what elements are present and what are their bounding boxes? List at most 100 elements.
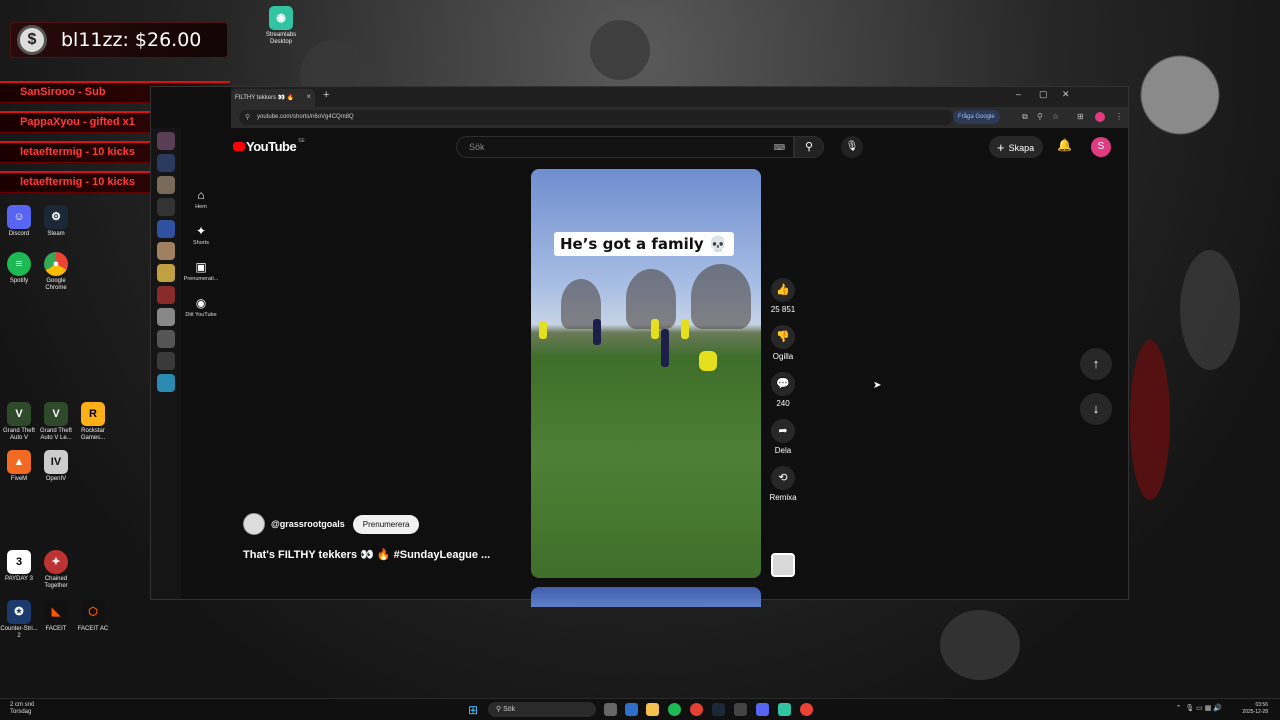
thumbs-down-icon: 👎: [771, 325, 795, 349]
taskbar-app-icon[interactable]: [734, 703, 747, 716]
taskbar-chrome-active-icon[interactable]: [800, 703, 813, 716]
taskbar-explorer-icon[interactable]: [646, 703, 659, 716]
url-bar[interactable]: ⚲ youtube.com/shorts/n6oVg4CQm8Q: [239, 110, 953, 125]
taskbar-discord-icon[interactable]: [756, 703, 769, 716]
nav-item-home[interactable]: ⌂ Hem: [181, 188, 221, 210]
share-button[interactable]: ➦ Dela: [766, 419, 800, 455]
spotify-icon: ≡: [7, 252, 31, 276]
desktop-icon-faceitac[interactable]: ⬡ FACEIT AC: [74, 600, 112, 633]
desktop-icon-fivem[interactable]: ▲ FiveM: [0, 450, 38, 483]
video-caption: He’s got a family 💀: [554, 232, 734, 256]
search-icon: ⚲: [804, 141, 814, 153]
screenshot-icon[interactable]: ⧉: [1022, 112, 1028, 122]
extensions-icon[interactable]: ⊞: [1077, 112, 1084, 121]
gta-icon: V: [7, 402, 31, 426]
chained-together-icon: ✦: [44, 550, 68, 574]
channel-avatar[interactable]: [243, 513, 265, 535]
ask-google-button[interactable]: Fråga Google: [953, 110, 1000, 124]
nav-item-shorts[interactable]: ✦ Shorts: [181, 224, 221, 246]
gta-legacy-icon: V: [44, 402, 68, 426]
desktop-icon-cs2[interactable]: ✪ Counter-Stri... 2: [0, 600, 38, 640]
like-button[interactable]: 👍 25 851: [766, 278, 800, 314]
nav-item-you[interactable]: ◉ Ditt YouTube: [181, 296, 221, 318]
home-icon: ⌂: [197, 188, 205, 202]
youtube-logo[interactable]: YouTube SE: [233, 138, 305, 154]
menu-icon[interactable]: ⋮: [1115, 112, 1123, 121]
taskbar-task-view-icon[interactable]: [604, 703, 617, 716]
desktop-icon-rockstar[interactable]: R Rockstar Games...: [74, 402, 112, 442]
weather-widget[interactable]: 2 cm snö Torsdag: [10, 702, 34, 716]
short-video-player[interactable]: He’s got a family 💀: [531, 169, 761, 578]
discord-icon: ☺: [7, 205, 31, 229]
taskbar-chrome-icon[interactable]: [690, 703, 703, 716]
coin-icon: $: [17, 25, 47, 55]
video-title[interactable]: That's FILTHY tekkers 👀 🔥 #SundayLeague …: [243, 548, 490, 561]
plus-icon: +: [997, 140, 1005, 155]
search-input[interactable]: Sök ⌨: [456, 136, 794, 158]
maximize-button[interactable]: ▢: [1039, 89, 1048, 100]
start-button-windows-icon[interactable]: ⊞: [468, 703, 478, 717]
browser-side-panel: [151, 128, 181, 599]
desktop-icon-openiv[interactable]: IV OpenIV: [37, 450, 75, 483]
openiv-icon: IV: [44, 450, 68, 474]
taskbar-spotify-icon[interactable]: [668, 703, 681, 716]
site-info-icon[interactable]: ⚲: [245, 113, 250, 121]
search-button[interactable]: ⚲: [794, 136, 824, 158]
desktop-icon-payday[interactable]: 3 PAYDAY 3: [0, 550, 38, 583]
channel-thumbnail[interactable]: [771, 553, 795, 577]
taskbar-steam-icon[interactable]: [712, 703, 725, 716]
tip-label: bl11zz: $26.00: [61, 29, 202, 51]
close-window-button[interactable]: ✕: [1062, 89, 1070, 100]
channel-row: @grassrootgoals Prenumerera: [243, 513, 420, 535]
desktop-icon-streamlabs[interactable]: ◉ Streamlabs Desktop: [262, 6, 300, 46]
address-bar-row: ⚲ youtube.com/shorts/n6oVg4CQm8Q Fråga G…: [231, 107, 1128, 128]
counter-strike-icon: ✪: [7, 600, 31, 624]
nav-item-subscriptions[interactable]: ▣ Prenumerati...: [181, 260, 221, 282]
remix-button[interactable]: ⟲ Remixa: [766, 466, 800, 502]
mouse-cursor-icon: ➤: [873, 380, 882, 391]
taskbar-search[interactable]: ⚲ Sök: [488, 702, 596, 717]
desktop-icon-spotify[interactable]: ≡ Spotify: [0, 252, 38, 285]
desktop-icon-discord[interactable]: ☺ Discord: [0, 205, 38, 238]
minimize-button[interactable]: –: [1016, 89, 1021, 99]
close-tab-icon[interactable]: ×: [306, 92, 311, 101]
taskbar-clock[interactable]: 03:56 2025-12-28: [1242, 702, 1268, 716]
taskbar-streamlabs-icon[interactable]: [778, 703, 791, 716]
youtube-play-icon: [233, 142, 245, 151]
system-tray[interactable]: ⌃ 🎙 ▭ ▦ 🔊: [1176, 704, 1222, 712]
notifications-bell-icon[interactable]: 🔔: [1057, 138, 1072, 152]
dislike-button[interactable]: 👎 Ogilla: [766, 325, 800, 361]
next-short-preview[interactable]: [531, 587, 761, 607]
faceit-icon: ◣: [44, 600, 68, 624]
desktop-icon-chained[interactable]: ✦ Chained Together: [37, 550, 75, 590]
desktop-icon-gta1[interactable]: V Grand Theft Auto V: [0, 402, 38, 442]
comments-button[interactable]: 💬 240: [766, 372, 800, 408]
youtube-page: YouTube SE ⌂ Hem ✦ Shorts ▣ Prenumerati.…: [151, 128, 1128, 607]
profile-avatar[interactable]: [1095, 112, 1105, 122]
desktop-icon-faceit[interactable]: ◣ FACEIT: [37, 600, 75, 633]
comment-icon: 💬: [771, 372, 795, 396]
desktop-icon-chrome[interactable]: ● Google Chrome: [37, 252, 75, 292]
desktop-icon-gta2[interactable]: V Grand Theft Auto V Le...: [37, 402, 75, 442]
share-arrow-icon: ➦: [771, 419, 795, 443]
voice-search-button[interactable]: 🎙: [841, 136, 863, 158]
desktop-icon-steam[interactable]: ⚙ Steam: [37, 205, 75, 238]
subscribe-button[interactable]: Prenumerera: [352, 514, 420, 534]
fivem-icon: ▲: [7, 450, 31, 474]
channel-name[interactable]: @grassrootgoals: [271, 519, 345, 529]
taskbar: 2 cm snö Torsdag ⊞ ⚲ Sök ⌃ 🎙 ▭ ▦ 🔊 03:56…: [0, 698, 1280, 720]
taskbar-widgets-icon[interactable]: [625, 703, 638, 716]
microphone-icon: 🎙: [845, 141, 859, 152]
remix-icon: ⟲: [771, 466, 795, 490]
bookmark-star-icon[interactable]: ☆: [1052, 112, 1059, 121]
browser-tab[interactable]: FILTHY tekkers 👀 🔥 ×: [231, 89, 315, 107]
faceit-ac-icon: ⬡: [81, 600, 105, 624]
previous-short-button[interactable]: ↑: [1080, 348, 1112, 380]
account-avatar[interactable]: S: [1091, 137, 1111, 157]
zoom-icon[interactable]: ⚲: [1037, 112, 1043, 121]
next-short-button[interactable]: ↓: [1080, 393, 1112, 425]
keyboard-icon[interactable]: ⌨: [773, 143, 785, 152]
new-tab-button[interactable]: +: [323, 89, 329, 101]
your-channel-icon: ◉: [195, 296, 207, 310]
create-button[interactable]: + Skapa: [989, 136, 1044, 158]
